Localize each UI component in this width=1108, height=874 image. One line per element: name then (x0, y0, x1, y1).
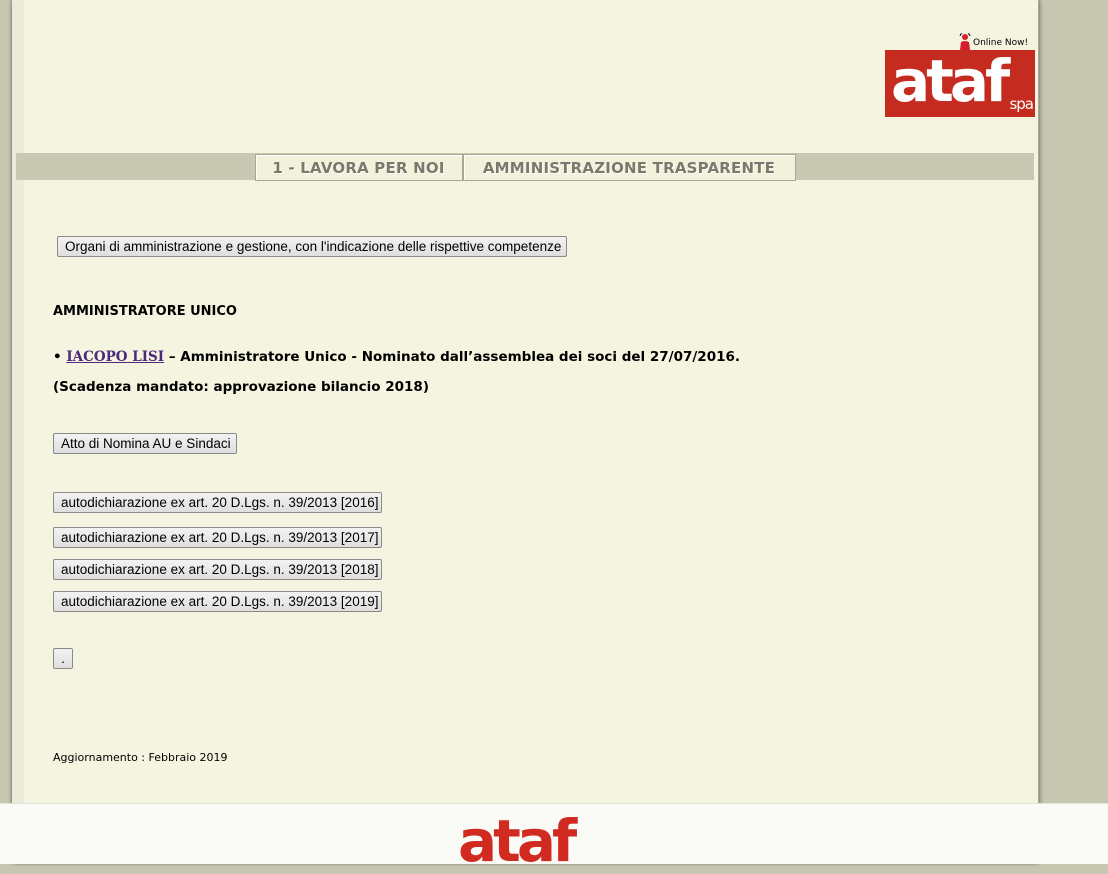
footer: ataf (0, 803, 1108, 874)
administrator-description: – Amministratore Unico - Nominato dall’a… (164, 349, 741, 365)
page-edge (12, 0, 24, 863)
dot-button[interactable]: . (53, 648, 73, 669)
page-container: Online Now! ataf spa 1 - LAVORA PER NOI … (12, 0, 1039, 863)
mandate-expiry: (Scadenza mandato: approvazione bilancio… (53, 379, 429, 395)
autodichiarazione-2017-button[interactable]: autodichiarazione ex art. 20 D.Lgs. n. 3… (53, 527, 382, 548)
organi-amministrazione-button[interactable]: Organi di amministrazione e gestione, co… (57, 236, 567, 257)
atto-nomina-button[interactable]: Atto di Nomina AU e Sindaci (53, 433, 237, 454)
logo-text: ataf (891, 47, 1010, 115)
tab-amministrazione-trasparente[interactable]: AMMINISTRAZIONE TRASPARENTE (462, 154, 796, 181)
footer-logo-text: ataf (458, 814, 577, 874)
logo-suffix: spa (1009, 95, 1034, 113)
last-updated: Aggiornamento : Febbraio 2019 (53, 751, 228, 764)
section-heading: AMMINISTRATORE UNICO (53, 304, 237, 319)
autodichiarazione-2019-button[interactable]: autodichiarazione ex art. 20 D.Lgs. n. 3… (53, 591, 382, 612)
footer-ataf-logo[interactable]: ataf (458, 814, 580, 874)
ataf-logo[interactable]: ataf spa (885, 47, 1035, 117)
nav-bar: 1 - LAVORA PER NOI AMMINISTRAZIONE TRASP… (16, 153, 1034, 181)
tab-lavora-per-noi[interactable]: 1 - LAVORA PER NOI (254, 154, 463, 181)
autodichiarazione-2018-button[interactable]: autodichiarazione ex art. 20 D.Lgs. n. 3… (53, 559, 382, 580)
bullet: • (53, 349, 62, 365)
administrator-name-link[interactable]: IACOPO LISI (66, 349, 164, 365)
administrator-entry: • IACOPO LISI – Amministratore Unico - N… (53, 349, 740, 365)
autodichiarazione-2016-button[interactable]: autodichiarazione ex art. 20 D.Lgs. n. 3… (53, 492, 382, 513)
